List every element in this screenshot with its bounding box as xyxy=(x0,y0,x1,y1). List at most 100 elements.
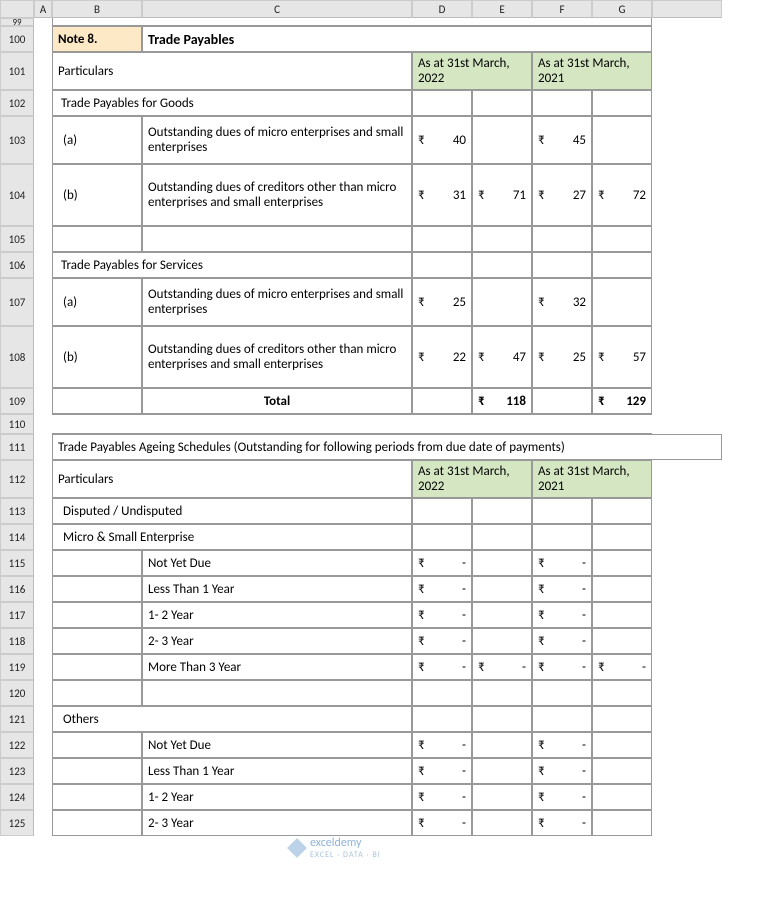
row-header[interactable]: 120 xyxy=(0,680,34,706)
cell[interactable] xyxy=(472,550,532,576)
cell[interactable] xyxy=(592,706,652,732)
cell[interactable] xyxy=(52,758,142,784)
date-2021-header[interactable]: As at 31st March, 2021 xyxy=(532,52,652,90)
row-a-label[interactable]: (a) xyxy=(52,278,142,326)
date-2022-header[interactable]: As at 31st March, 2022 xyxy=(412,460,532,498)
cell[interactable] xyxy=(52,414,652,434)
row-header[interactable]: 111 xyxy=(0,434,34,460)
cell[interactable] xyxy=(472,524,532,550)
ageing-title[interactable]: Trade Payables Ageing Schedules (Outstan… xyxy=(52,434,722,460)
cell[interactable]: - xyxy=(532,758,592,784)
cell[interactable] xyxy=(412,388,472,414)
cell[interactable] xyxy=(412,524,472,550)
particulars-header[interactable]: Particulars xyxy=(52,52,412,90)
row-header[interactable]: 121 xyxy=(0,706,34,732)
cell[interactable] xyxy=(412,706,472,732)
col-header-A[interactable]: A xyxy=(34,0,52,18)
goods-sub-2022[interactable]: 71 xyxy=(472,164,532,226)
row-b-label[interactable]: (b) xyxy=(52,326,142,388)
cell[interactable] xyxy=(412,252,472,278)
cell[interactable] xyxy=(472,252,532,278)
cell[interactable] xyxy=(472,628,532,654)
disputed-label[interactable]: Disputed / Undisputed xyxy=(52,498,412,524)
cell[interactable] xyxy=(472,758,532,784)
cell[interactable] xyxy=(412,498,472,524)
row-header[interactable]: 105 xyxy=(0,226,34,252)
cell[interactable]: - xyxy=(472,654,532,680)
row-header[interactable]: 108 xyxy=(0,326,34,388)
desc-micro[interactable]: Outstanding dues of micro enterprises an… xyxy=(142,278,412,326)
col-header-B[interactable]: B xyxy=(52,0,142,18)
cell[interactable] xyxy=(592,602,652,628)
cell[interactable]: - xyxy=(592,654,652,680)
cell[interactable]: - xyxy=(412,602,472,628)
row-header[interactable]: 103 xyxy=(0,116,34,164)
cell[interactable] xyxy=(532,252,592,278)
cell[interactable] xyxy=(532,680,592,706)
section-title[interactable]: Trade Payables xyxy=(142,26,652,52)
cell[interactable] xyxy=(592,116,652,164)
services-sub-2021[interactable]: 57 xyxy=(592,326,652,388)
cell[interactable]: - xyxy=(412,654,472,680)
cell[interactable] xyxy=(472,498,532,524)
cell[interactable] xyxy=(532,524,592,550)
cell[interactable] xyxy=(532,226,592,252)
col-header-D[interactable]: D xyxy=(412,0,472,18)
row-header[interactable]: 110 xyxy=(0,414,34,434)
goods-b-2022[interactable]: 31 xyxy=(412,164,472,226)
row-header[interactable]: 109 xyxy=(0,388,34,414)
cell[interactable]: - xyxy=(412,576,472,602)
period-label[interactable]: Not Yet Due xyxy=(142,732,412,758)
cell[interactable] xyxy=(52,602,142,628)
period-label[interactable]: Not Yet Due xyxy=(142,550,412,576)
row-header[interactable]: 118 xyxy=(0,628,34,654)
cell[interactable] xyxy=(52,784,142,810)
cell[interactable] xyxy=(472,602,532,628)
cell[interactable] xyxy=(472,680,532,706)
cell[interactable] xyxy=(142,226,412,252)
others-label[interactable]: Others xyxy=(52,706,412,732)
cell[interactable] xyxy=(52,628,142,654)
cell[interactable]: - xyxy=(532,550,592,576)
cell[interactable] xyxy=(532,388,592,414)
cell[interactable] xyxy=(52,680,142,706)
col-header-F[interactable]: F xyxy=(532,0,592,18)
cell[interactable] xyxy=(52,654,142,680)
cell[interactable] xyxy=(532,498,592,524)
row-header[interactable]: 117 xyxy=(0,602,34,628)
row-header[interactable]: 115 xyxy=(0,550,34,576)
cell[interactable]: - xyxy=(412,732,472,758)
cell[interactable] xyxy=(412,226,472,252)
cell[interactable]: - xyxy=(412,784,472,810)
select-all-corner[interactable] xyxy=(0,0,34,18)
services-section-label[interactable]: Trade Payables for Services xyxy=(52,252,412,278)
period-label[interactable]: Less Than 1 Year xyxy=(142,576,412,602)
cell[interactable]: - xyxy=(532,602,592,628)
cell[interactable] xyxy=(472,784,532,810)
services-a-2022[interactable]: 25 xyxy=(412,278,472,326)
period-label[interactable]: 1- 2 Year xyxy=(142,784,412,810)
cell[interactable] xyxy=(52,550,142,576)
goods-a-2022[interactable]: 40 xyxy=(412,116,472,164)
row-header[interactable]: 107 xyxy=(0,278,34,326)
cell[interactable] xyxy=(412,90,472,116)
cell[interactable] xyxy=(472,90,532,116)
cell[interactable] xyxy=(592,576,652,602)
cell[interactable]: - xyxy=(412,810,472,836)
cell[interactable] xyxy=(472,810,532,836)
row-header[interactable]: 125 xyxy=(0,810,34,836)
cell[interactable] xyxy=(52,576,142,602)
services-sub-2022[interactable]: 47 xyxy=(472,326,532,388)
cell[interactable] xyxy=(592,758,652,784)
row-header[interactable]: 112 xyxy=(0,460,34,498)
goods-a-2021[interactable]: 45 xyxy=(532,116,592,164)
cell[interactable] xyxy=(472,706,532,732)
goods-sub-2021[interactable]: 72 xyxy=(592,164,652,226)
date-2021-header[interactable]: As at 31st March, 2021 xyxy=(532,460,652,498)
col-header-E[interactable]: E xyxy=(472,0,532,18)
cell[interactable] xyxy=(592,732,652,758)
cell[interactable] xyxy=(142,680,412,706)
cell[interactable]: - xyxy=(532,732,592,758)
row-header[interactable]: 116 xyxy=(0,576,34,602)
particulars-header[interactable]: Particulars xyxy=(52,460,412,498)
